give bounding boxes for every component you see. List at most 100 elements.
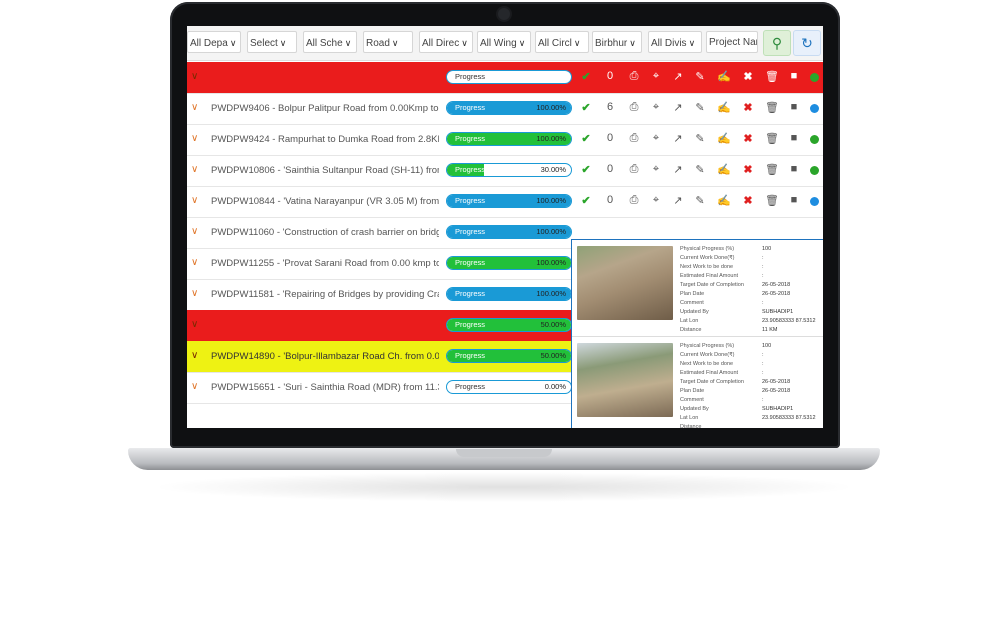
department-filter[interactable]: All Depa ∨ [187,31,241,53]
directorate-filter[interactable]: All Direc ∨ [419,31,473,53]
location-pin-icon[interactable]: ⌖ [649,194,663,207]
photo-count[interactable]: 0 [603,132,617,144]
video-icon[interactable]: ■ [787,194,801,206]
popup-field-label: Current Work Done(₹) [680,255,735,261]
status-dot [810,166,819,175]
video-icon[interactable]: ■ [787,132,801,144]
open-link-icon[interactable]: ↗ [671,132,685,145]
filter-label: Road [366,38,390,49]
popup-field-value: : [762,300,764,306]
video-icon[interactable]: ■ [787,101,801,113]
popup-field-value: 100 [762,343,772,349]
location-pin-icon[interactable]: ⌖ [649,70,663,83]
open-link-icon[interactable]: ↗ [671,163,685,176]
popup-field-label: Comment [680,397,704,403]
popup-field-label: Distance [680,327,702,333]
delete-x-icon[interactable]: ✖ [741,70,755,83]
site-photo[interactable] [577,343,673,417]
photo-count[interactable]: 6 [603,101,617,113]
video-icon[interactable]: ■ [787,70,801,82]
write-icon[interactable]: ✍ [717,70,731,83]
photo-count[interactable]: 0 [603,70,617,82]
video-icon[interactable]: ■ [787,163,801,175]
expand-toggle-icon[interactable]: ∨ [191,195,198,206]
edit-pencil-icon[interactable]: ✎ [693,132,707,145]
filter-label: Project Nar [709,37,758,48]
progress-bar: Progress 100.00% [446,287,572,301]
report-icon[interactable]: ⎙ [627,101,641,114]
table-row[interactable]: ∨ PWDPW9406 - Bolpur Palitpur Road from 0… [187,93,823,125]
site-photo[interactable] [577,246,673,320]
wing-filter[interactable]: All Wing ∨ [477,31,531,53]
location-pin-icon[interactable]: ⌖ [649,163,663,176]
district-filter[interactable]: Birbhur ∨ [592,31,642,53]
open-link-icon[interactable]: ↗ [671,101,685,114]
search-button[interactable]: ⚲ [763,30,791,56]
chevron-down-icon: ∨ [688,38,696,48]
location-pin-icon[interactable]: ⌖ [649,101,663,114]
edit-pencil-icon[interactable]: ✎ [693,194,707,207]
expand-toggle-icon[interactable]: ∨ [191,71,198,82]
progress-bar: Progress 0.00% [446,380,572,394]
delete-x-icon[interactable]: ✖ [741,132,755,145]
table-row[interactable]: ∨ Progress ✔ 0 ⎙ ⌖ ↗ ✎ ✍ ✖ 🗑 ■ [187,62,823,94]
circle-filter[interactable]: All Circl ∨ [535,31,589,53]
table-row[interactable]: ∨ PWDPW9424 - Rampurhat to Dumka Road fro… [187,124,823,156]
detail-popup: Physical Progress (%) 100 Current Work Don… [571,239,823,428]
trash-icon[interactable]: 🗑 [765,194,779,207]
refresh-icon: ↻ [801,34,813,51]
refresh-button[interactable]: ↻ [793,30,821,56]
edit-pencil-icon[interactable]: ✎ [693,163,707,176]
scheme-filter[interactable]: All Sche ∨ [303,31,357,53]
expand-toggle-icon[interactable]: ∨ [191,319,198,330]
report-icon[interactable]: ⎙ [627,163,641,176]
trash-icon[interactable]: 🗑 [765,132,779,145]
delete-x-icon[interactable]: ✖ [741,163,755,176]
photo-count[interactable]: 0 [603,194,617,206]
trash-icon[interactable]: 🗑 [765,101,779,114]
type-filter[interactable]: Road ∨ [363,31,413,53]
open-link-icon[interactable]: ↗ [671,70,685,83]
popup-field-label: Updated By [680,406,709,412]
expand-toggle-icon[interactable]: ∨ [191,288,198,299]
division-filter[interactable]: All Divis ∨ [648,31,702,53]
edit-pencil-icon[interactable]: ✎ [693,101,707,114]
laptop-shadow [150,472,858,502]
select-filter[interactable]: Select ∨ [247,31,297,53]
chevron-down-icon: ∨ [279,38,287,48]
popup-field-value: 100 [762,246,772,252]
popup-field-value: 11 KM [762,327,778,333]
table-row[interactable]: ∨ PWDPW10844 - 'Vatina Narayanpur (VR 3.0… [187,186,823,218]
write-icon[interactable]: ✍ [717,101,731,114]
status-dot [810,73,819,82]
open-link-icon[interactable]: ↗ [671,194,685,207]
expand-toggle-icon[interactable]: ∨ [191,102,198,113]
expand-toggle-icon[interactable]: ∨ [191,133,198,144]
table-row[interactable]: ∨ PWDPW10806 - 'Sainthia Sultanpur Road (… [187,155,823,187]
location-pin-icon[interactable]: ⌖ [649,132,663,145]
project-title: PWDPW11060 - 'Construction of crash barr… [211,227,439,238]
expand-toggle-icon[interactable]: ∨ [191,164,198,175]
report-icon[interactable]: ⎙ [627,132,641,145]
expand-toggle-icon[interactable]: ∨ [191,226,198,237]
trash-icon[interactable]: 🗑 [765,70,779,83]
delete-x-icon[interactable]: ✖ [741,194,755,207]
report-icon[interactable]: ⎙ [627,70,641,83]
project-name-input[interactable]: Project Nar [706,31,758,53]
expand-toggle-icon[interactable]: ∨ [191,381,198,392]
popup-field-label: Plan Date [680,388,705,394]
write-icon[interactable]: ✍ [717,163,731,176]
write-icon[interactable]: ✍ [717,132,731,145]
write-icon[interactable]: ✍ [717,194,731,207]
report-icon[interactable]: ⎙ [627,194,641,207]
progress-value: 100.00% [536,196,566,205]
approved-check-icon: ✔ [581,102,591,114]
delete-x-icon[interactable]: ✖ [741,101,755,114]
expand-toggle-icon[interactable]: ∨ [191,257,198,268]
photo-count[interactable]: 0 [603,163,617,175]
edit-pencil-icon[interactable]: ✎ [693,70,707,83]
project-title: PWDPW14890 - 'Bolpur-Illambazar Road Ch.… [211,351,439,362]
expand-toggle-icon[interactable]: ∨ [191,350,198,361]
status-dot [810,104,819,113]
trash-icon[interactable]: 🗑 [765,163,779,176]
